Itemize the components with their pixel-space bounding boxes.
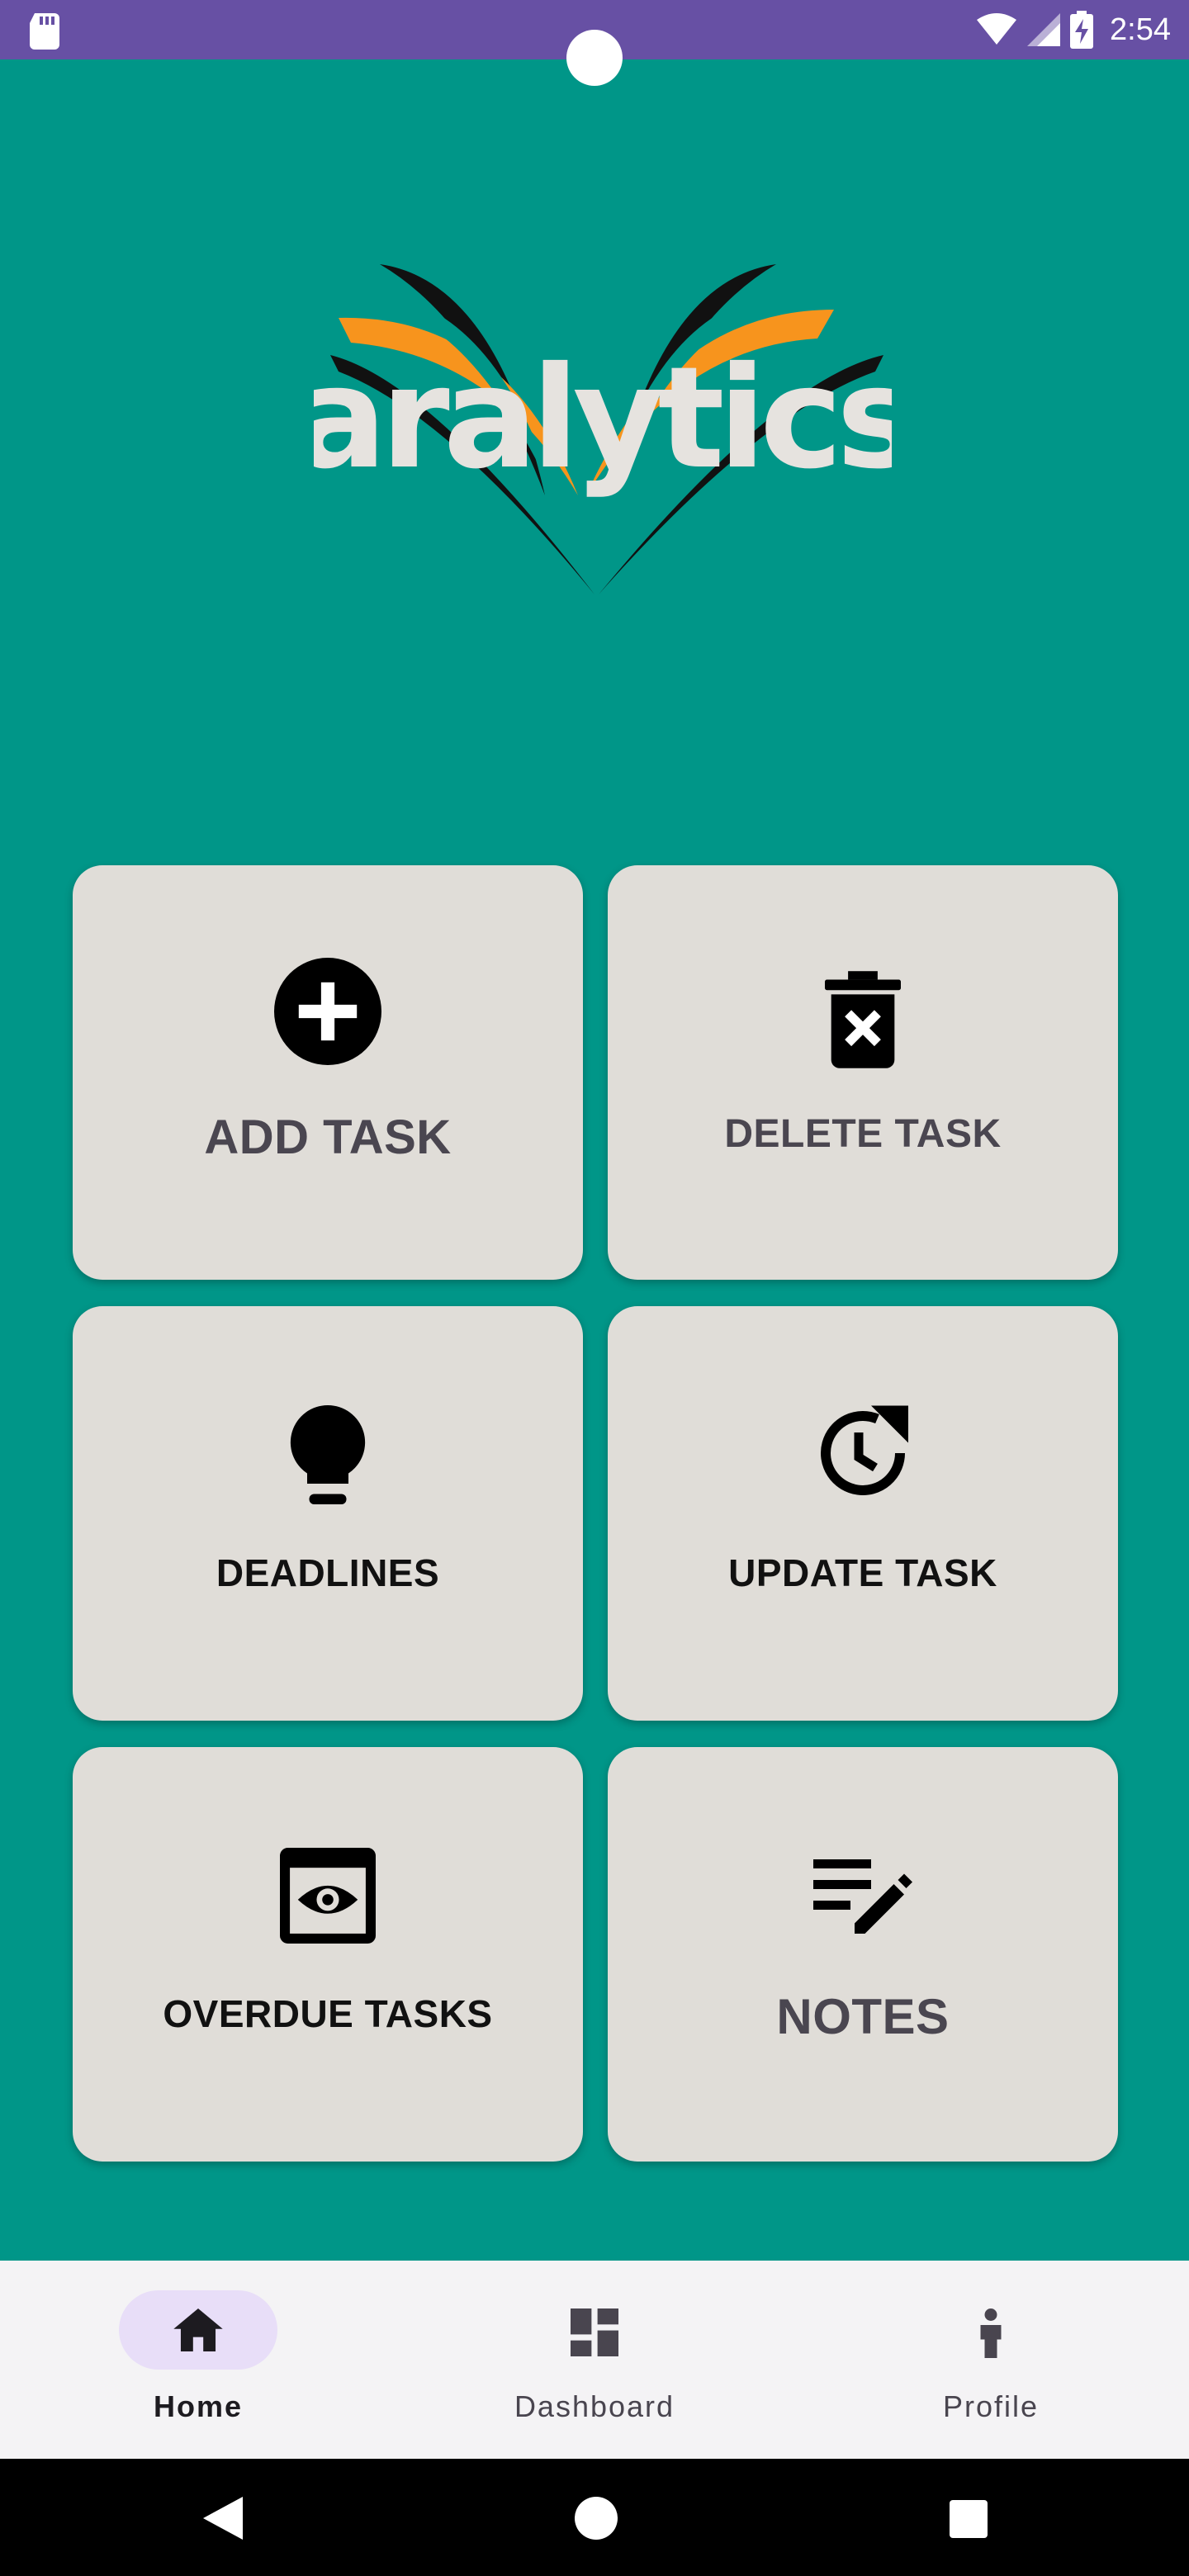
home-circle-icon[interactable]	[575, 2497, 618, 2540]
nav-label-dashboard: Dashboard	[514, 2389, 675, 2423]
update-task-label: UPDATE TASK	[728, 1551, 997, 1594]
aralytics-logo: aralytics	[314, 264, 892, 594]
system-navigation-bar	[0, 2459, 1189, 2576]
lightbulb-icon	[290, 1405, 366, 1504]
nav-label-profile: Profile	[942, 2389, 1040, 2423]
home-icon	[173, 2308, 223, 2351]
dashboard-icon	[571, 2308, 618, 2356]
nav-item-dashboard[interactable]: Dashboard	[396, 2261, 793, 2459]
overdue-tasks-label: OVERDUE TASKS	[163, 1992, 493, 2035]
logo-wordmark: aralytics	[314, 337, 892, 500]
update-clock-icon	[821, 1405, 908, 1495]
bottom-navigation: Home Dashboard Profile	[0, 2261, 1189, 2459]
update-task-card[interactable]: UPDATE TASK	[608, 1306, 1118, 1721]
delete-task-label: DELETE TASK	[724, 1112, 1002, 1156]
person-icon	[980, 2308, 1002, 2358]
recents-square-icon[interactable]	[950, 2500, 988, 2538]
nav-item-profile[interactable]: Profile	[793, 2261, 1189, 2459]
edit-note-icon	[813, 1859, 912, 1934]
nav-item-home[interactable]: Home	[0, 2261, 396, 2459]
add-task-label: ADD TASK	[204, 1110, 452, 1164]
camera-cutout	[566, 30, 623, 86]
back-icon[interactable]	[203, 2497, 243, 2540]
notes-card[interactable]: NOTES	[608, 1747, 1118, 2162]
deadlines-label: DEADLINES	[216, 1551, 440, 1594]
overdue-tasks-card[interactable]: OVERDUE TASKS	[73, 1747, 583, 2162]
status-time: 2:54	[1110, 12, 1171, 47]
add-circle-icon	[274, 958, 381, 1065]
delete-task-card[interactable]: DELETE TASK	[608, 865, 1118, 1280]
preview-eye-icon	[280, 1848, 376, 1944]
sd-card-icon	[30, 13, 59, 50]
add-task-card[interactable]: ADD TASK	[73, 865, 583, 1280]
cell-signal-icon	[1027, 13, 1061, 46]
battery-charging-icon	[1070, 11, 1094, 49]
wifi-icon	[977, 13, 1017, 45]
delete-icon	[825, 971, 901, 1068]
notes-label: NOTES	[776, 1989, 950, 2044]
nav-label-home: Home	[153, 2389, 244, 2423]
deadlines-card[interactable]: DEADLINES	[73, 1306, 583, 1721]
